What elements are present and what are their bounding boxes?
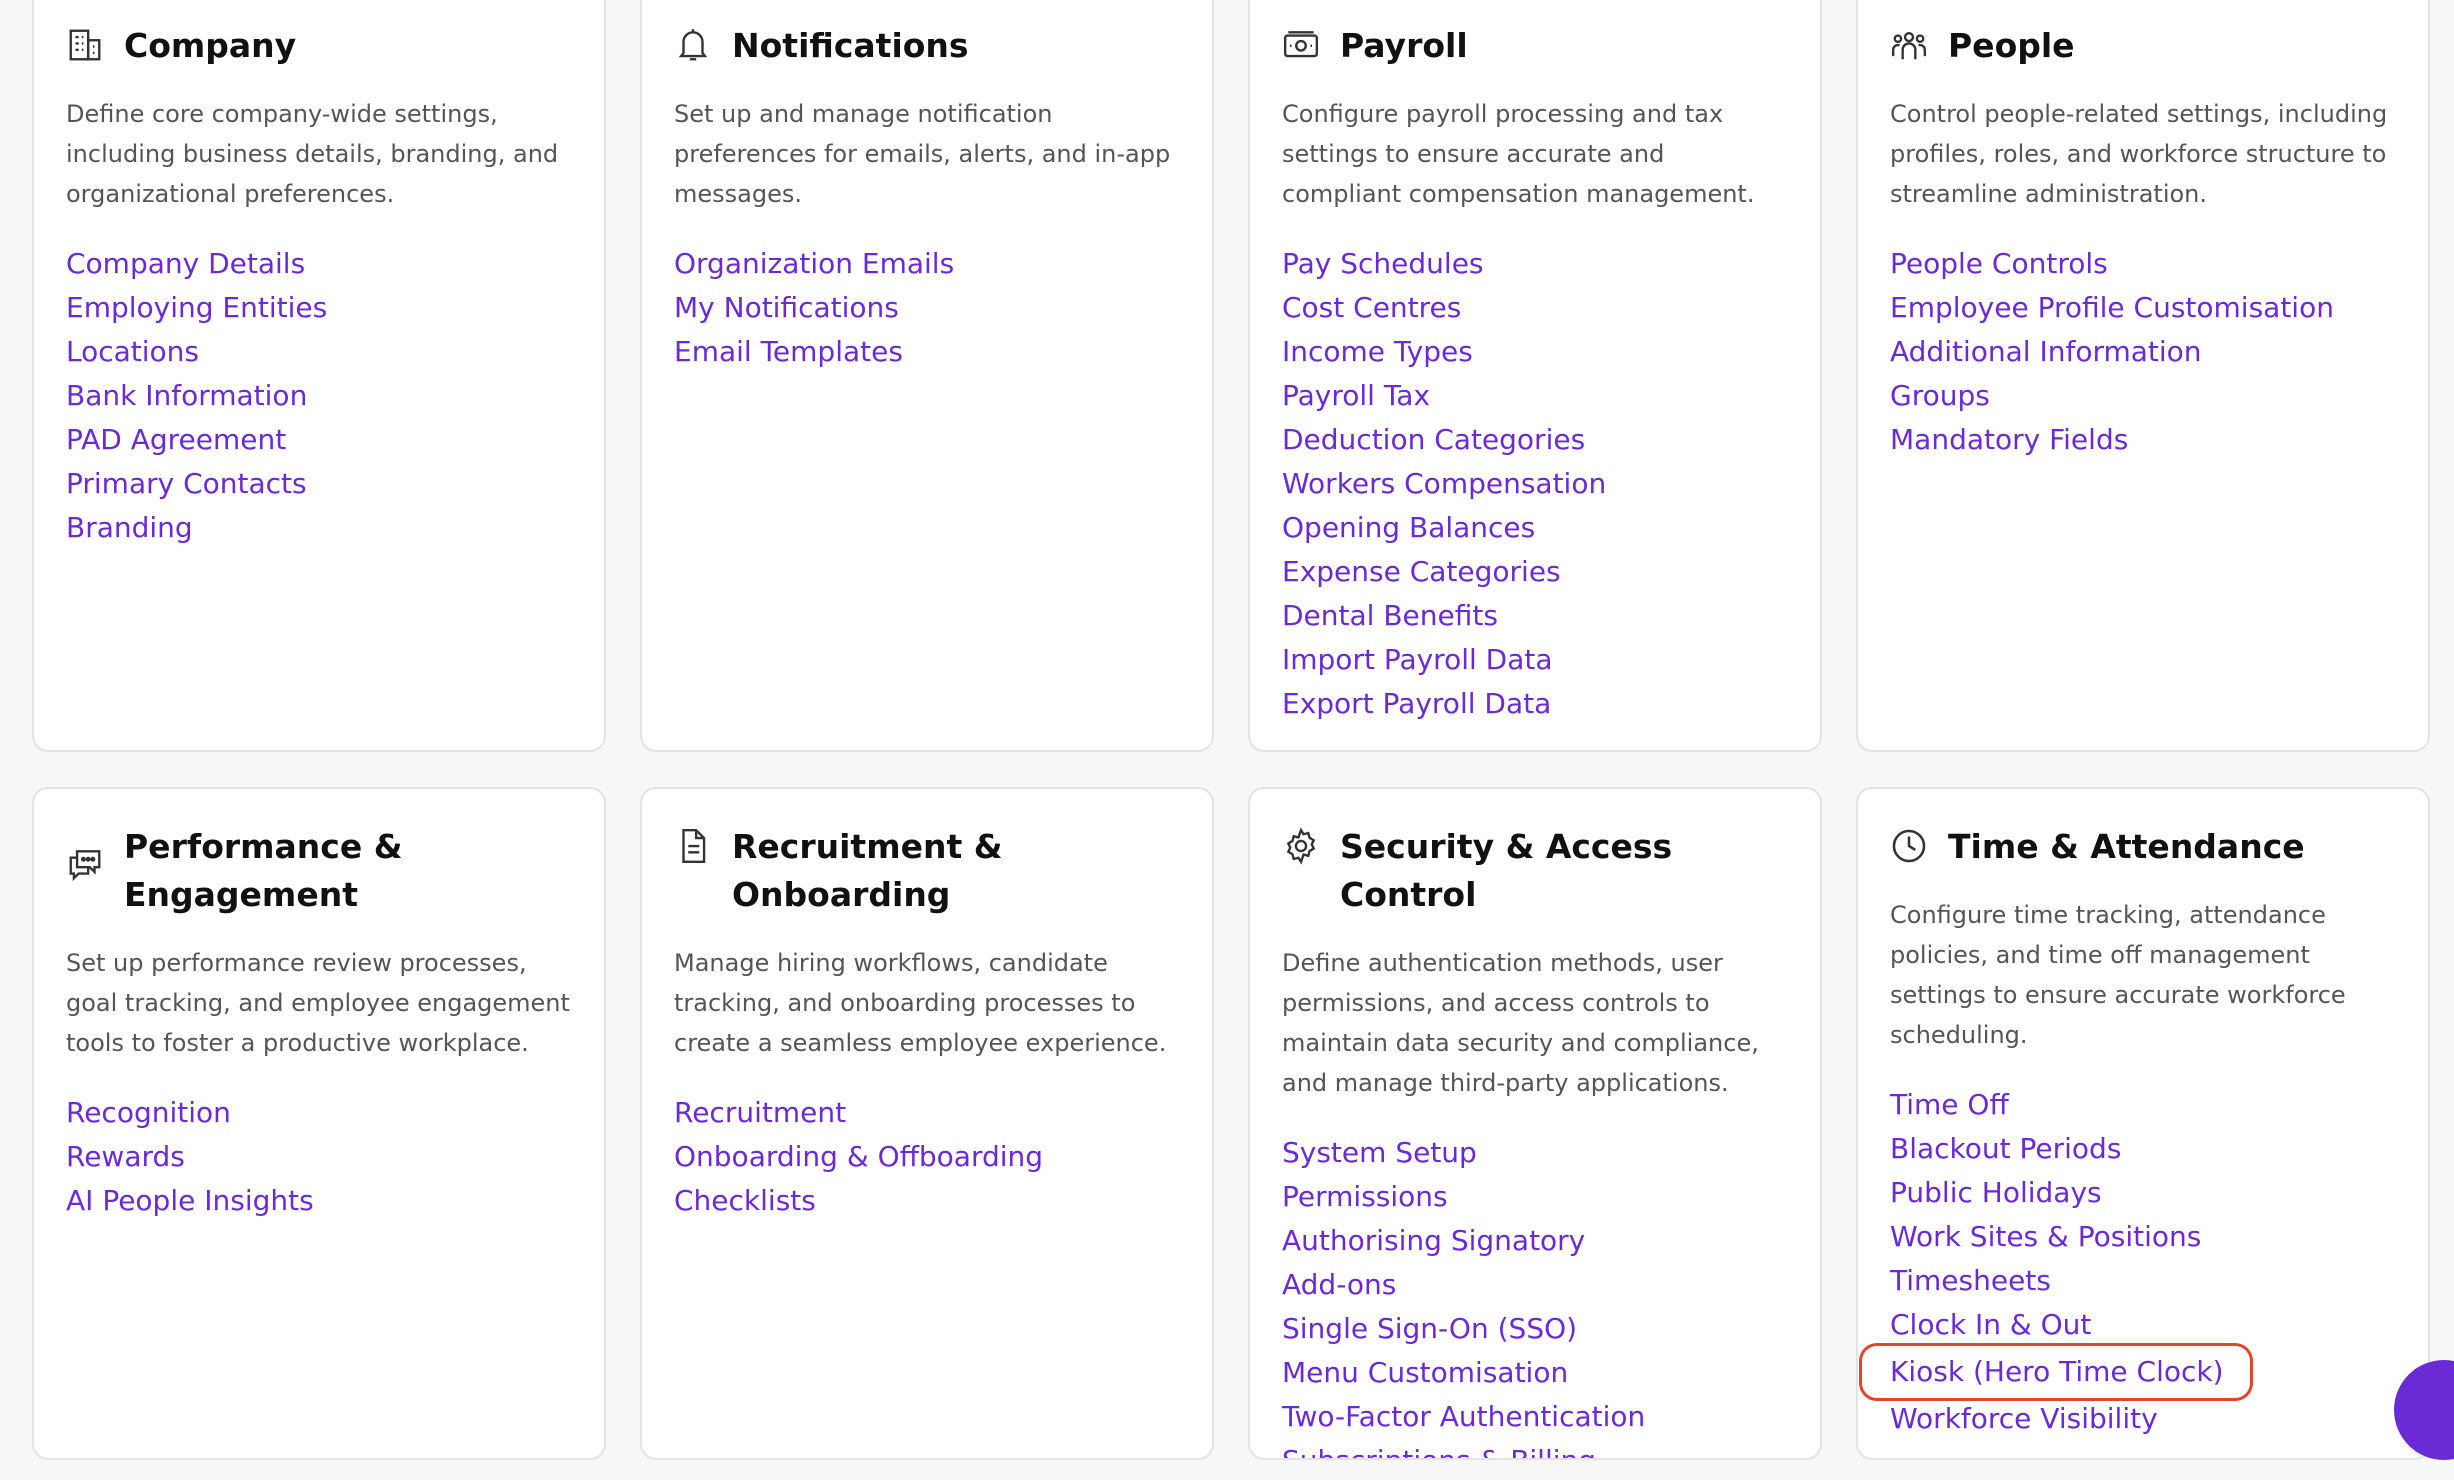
link-menu-customisation[interactable]: Menu Customisation <box>1282 1351 1788 1395</box>
link-rewards[interactable]: Rewards <box>66 1135 572 1179</box>
card-description: Control people-related settings, includi… <box>1890 100 2388 208</box>
link-bank-information[interactable]: Bank Information <box>66 374 572 418</box>
money-icon <box>1283 31 1319 58</box>
card-recruitment-onboarding: Recruitment & Onboarding Manage hiring w… <box>640 787 1214 1460</box>
card-header: Time & Attendance <box>1890 823 2396 871</box>
link-branding[interactable]: Branding <box>66 506 572 550</box>
card-links: System Setup Permissions Authorising Sig… <box>1282 1131 1788 1458</box>
link-deduction-categories[interactable]: Deduction Categories <box>1282 418 1788 462</box>
card-performance-engagement: Performance & Engagement Set up performa… <box>32 787 606 1460</box>
card-title: Company <box>124 26 297 65</box>
link-pad-agreement[interactable]: PAD Agreement <box>66 418 572 462</box>
card-description: Configure payroll processing and tax set… <box>1282 100 1755 208</box>
card-title: People <box>1948 26 2075 65</box>
link-workers-compensation[interactable]: Workers Compensation <box>1282 462 1788 506</box>
card-header: Security & Access Control <box>1282 823 1788 919</box>
card-header: Performance & Engagement <box>66 823 572 919</box>
link-system-setup[interactable]: System Setup <box>1282 1131 1788 1175</box>
link-subscriptions-billing[interactable]: Subscriptions & Billing <box>1282 1439 1788 1458</box>
link-recognition[interactable]: Recognition <box>66 1091 572 1135</box>
card-links: Recruitment Onboarding & Offboarding Che… <box>674 1091 1180 1223</box>
card-links: Pay Schedules Cost Centres Income Types … <box>1282 242 1788 726</box>
link-clock-in-out[interactable]: Clock In & Out <box>1890 1303 2396 1347</box>
link-my-notifications[interactable]: My Notifications <box>674 286 1180 330</box>
link-time-off[interactable]: Time Off <box>1890 1083 2396 1127</box>
card-header: People <box>1890 22 2396 70</box>
link-company-details[interactable]: Company Details <box>66 242 572 286</box>
building-icon <box>69 29 101 61</box>
link-public-holidays[interactable]: Public Holidays <box>1890 1171 2396 1215</box>
link-cost-centres[interactable]: Cost Centres <box>1282 286 1788 330</box>
card-header: Payroll <box>1282 22 1788 70</box>
link-add-ons[interactable]: Add-ons <box>1282 1263 1788 1307</box>
card-description: Set up performance review processes, goa… <box>66 949 570 1057</box>
card-title: Notifications <box>732 26 969 65</box>
card-links: Company Details Employing Entities Locat… <box>66 242 572 550</box>
link-primary-contacts[interactable]: Primary Contacts <box>66 462 572 506</box>
link-employee-profile-customisation[interactable]: Employee Profile Customisation <box>1890 286 2396 330</box>
link-dental-benefits[interactable]: Dental Benefits <box>1282 594 1788 638</box>
link-checklists[interactable]: Checklists <box>674 1179 1180 1223</box>
card-notifications: Notifications Set up and manage notifica… <box>640 0 1214 752</box>
link-pay-schedules[interactable]: Pay Schedules <box>1282 242 1788 286</box>
link-import-payroll-data[interactable]: Import Payroll Data <box>1282 638 1788 682</box>
link-ai-people-insights[interactable]: AI People Insights <box>66 1179 572 1223</box>
link-permissions[interactable]: Permissions <box>1282 1175 1788 1219</box>
card-title: Recruitment & Onboarding <box>732 827 1003 914</box>
chat-icon <box>69 850 101 882</box>
link-additional-information[interactable]: Additional Information <box>1890 330 2396 374</box>
card-description: Define core company-wide settings, inclu… <box>66 100 559 208</box>
settings-grid: Company Define core company-wide setting… <box>32 0 2430 1460</box>
card-description: Set up and manage notification preferenc… <box>674 100 1171 208</box>
link-locations[interactable]: Locations <box>66 330 572 374</box>
link-payroll-tax[interactable]: Payroll Tax <box>1282 374 1788 418</box>
link-expense-categories[interactable]: Expense Categories <box>1282 550 1788 594</box>
card-title: Performance & Engagement <box>124 827 403 914</box>
gear-icon <box>1286 827 1316 865</box>
card-title: Time & Attendance <box>1948 827 2305 866</box>
link-income-types[interactable]: Income Types <box>1282 330 1788 374</box>
card-links: People Controls Employee Profile Customi… <box>1890 242 2396 462</box>
card-title: Payroll <box>1340 26 1468 65</box>
link-recruitment[interactable]: Recruitment <box>674 1091 1180 1135</box>
card-header: Recruitment & Onboarding <box>674 823 1180 919</box>
card-title: Security & Access Control <box>1340 827 1673 914</box>
card-links: Recognition Rewards AI People Insights <box>66 1091 572 1223</box>
card-description: Define authentication methods, user perm… <box>1282 949 1759 1097</box>
card-security-access-control: Security & Access Control Define authent… <box>1248 787 1822 1460</box>
link-groups[interactable]: Groups <box>1890 374 2396 418</box>
link-export-payroll-data[interactable]: Export Payroll Data <box>1282 682 1788 726</box>
card-payroll: Payroll Configure payroll processing and… <box>1248 0 1822 752</box>
card-people: People Control people-related settings, … <box>1856 0 2430 752</box>
clock-icon <box>1892 829 1926 863</box>
card-company: Company Define core company-wide setting… <box>32 0 606 752</box>
link-timesheets[interactable]: Timesheets <box>1890 1259 2396 1303</box>
link-two-factor-authentication[interactable]: Two-Factor Authentication <box>1282 1395 1788 1439</box>
card-links: Time Off Blackout Periods Public Holiday… <box>1859 1083 2396 1441</box>
card-description: Manage hiring workflows, candidate track… <box>674 949 1167 1057</box>
card-header: Company <box>66 22 572 70</box>
link-onboarding-offboarding[interactable]: Onboarding & Offboarding <box>674 1135 1180 1179</box>
link-workforce-visibility[interactable]: Workforce Visibility <box>1890 1397 2396 1441</box>
link-single-sign-on[interactable]: Single Sign-On (SSO) <box>1282 1307 1788 1351</box>
link-work-sites-positions[interactable]: Work Sites & Positions <box>1890 1215 2396 1259</box>
link-mandatory-fields[interactable]: Mandatory Fields <box>1890 418 2396 462</box>
link-email-templates[interactable]: Email Templates <box>674 330 1180 374</box>
link-blackout-periods[interactable]: Blackout Periods <box>1890 1127 2396 1171</box>
link-organization-emails[interactable]: Organization Emails <box>674 242 1180 286</box>
link-employing-entities[interactable]: Employing Entities <box>66 286 572 330</box>
document-icon <box>682 828 706 864</box>
card-time-attendance: Time & Attendance Configure time trackin… <box>1856 787 2430 1460</box>
card-description: Configure time tracking, attendance poli… <box>1890 901 2346 1049</box>
card-links: Organization Emails My Notifications Ema… <box>674 242 1180 374</box>
people-icon <box>1891 31 1927 60</box>
card-header: Notifications <box>674 22 1180 70</box>
link-authorising-signatory[interactable]: Authorising Signatory <box>1282 1219 1788 1263</box>
bell-icon <box>678 29 708 61</box>
link-opening-balances[interactable]: Opening Balances <box>1282 506 1788 550</box>
link-people-controls[interactable]: People Controls <box>1890 242 2396 286</box>
link-kiosk-hero-time-clock[interactable]: Kiosk (Hero Time Clock) <box>1859 1343 2253 1401</box>
